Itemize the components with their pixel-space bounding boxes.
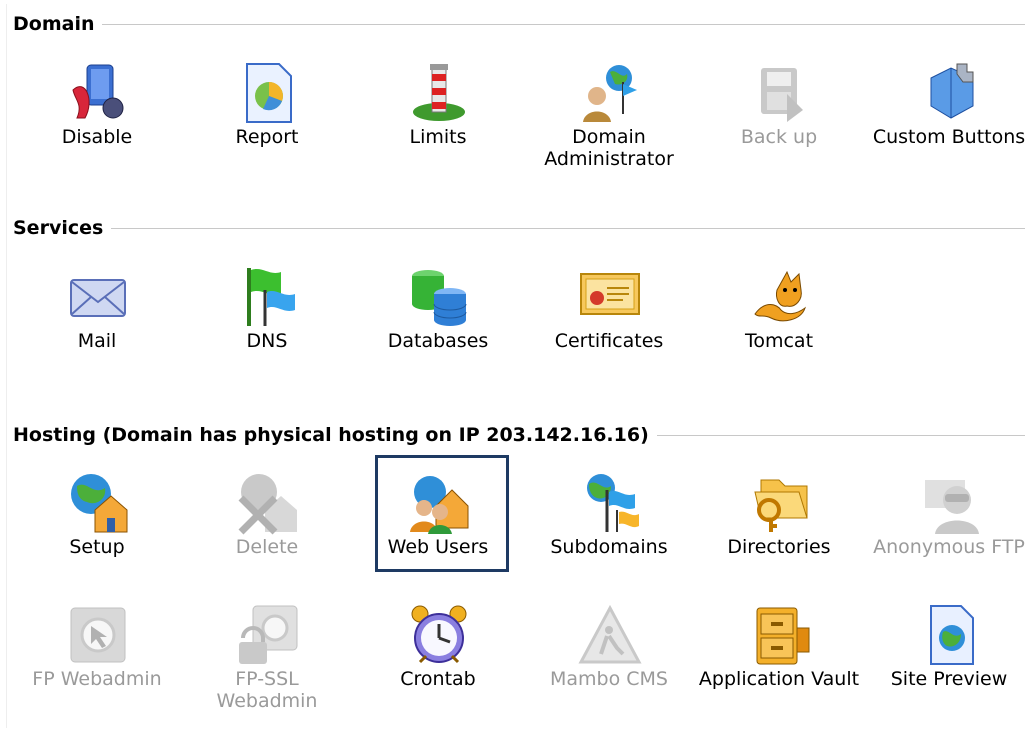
dns-icon[interactable] — [235, 264, 301, 330]
tool-label-crontab[interactable]: Crontab — [353, 668, 523, 690]
crontab-icon[interactable] — [406, 602, 472, 668]
tool-crontab[interactable]: Crontab — [353, 602, 523, 722]
section-header-services: Services — [13, 217, 1025, 239]
tool-certificates[interactable]: Certificates — [524, 264, 694, 384]
application-vault-icon[interactable] — [747, 602, 813, 668]
mail-icon[interactable] — [65, 264, 131, 330]
tool-label-back-up: Back up — [740, 126, 818, 148]
tool-mail[interactable]: Mail — [12, 264, 182, 384]
tool-tomcat[interactable]: Tomcat — [694, 264, 864, 384]
disable-icon[interactable] — [65, 60, 131, 126]
tool-custom-buttons[interactable]: Custom Buttons — [864, 60, 1030, 180]
tool-label-delete: Delete — [235, 536, 299, 558]
backup-icon — [747, 60, 813, 126]
tool-label-limits[interactable]: Limits — [353, 126, 523, 148]
tool-label-directories[interactable]: Directories — [694, 536, 864, 558]
tool-disable[interactable]: Disable — [12, 60, 182, 180]
fp-ssl-webadmin-icon — [235, 602, 301, 668]
custom-buttons-icon[interactable] — [917, 60, 983, 126]
tool-report[interactable]: Report — [182, 60, 352, 180]
tool-label-report[interactable]: Report — [182, 126, 352, 148]
directories-icon[interactable] — [747, 470, 813, 536]
tool-label-fp-webadmin: FP Webadmin — [32, 668, 162, 690]
domain-administrator-icon[interactable] — [577, 60, 643, 126]
tool-label-certificates[interactable]: Certificates — [524, 330, 694, 352]
tool-back-up: Back up — [694, 60, 864, 180]
tool-limits[interactable]: Limits — [353, 60, 523, 180]
tomcat-icon[interactable] — [747, 264, 813, 330]
tool-label-site-preview[interactable]: Site Preview — [864, 668, 1030, 690]
tool-site-preview[interactable]: Site Preview — [864, 602, 1030, 722]
tool-subdomains[interactable]: Subdomains — [524, 470, 694, 590]
limits-icon[interactable] — [406, 60, 472, 126]
tool-mambo-cms: Mambo CMS — [524, 602, 694, 722]
certificates-icon[interactable] — [577, 264, 643, 330]
fp-webadmin-icon — [65, 602, 131, 668]
tool-label-web-users[interactable]: Web Users — [353, 536, 523, 558]
tool-anonymous-ftp: Anonymous FTP — [864, 470, 1030, 590]
tool-databases[interactable]: Databases — [353, 264, 523, 384]
tool-label-subdomains[interactable]: Subdomains — [524, 536, 694, 558]
tool-web-users[interactable]: Web Users — [353, 470, 523, 590]
tool-fp-webadmin: FP Webadmin — [12, 602, 182, 722]
tool-label-databases[interactable]: Databases — [353, 330, 523, 352]
subdomains-icon[interactable] — [577, 470, 643, 536]
tool-label-tomcat[interactable]: Tomcat — [694, 330, 864, 352]
report-icon[interactable] — [235, 60, 301, 126]
tool-directories[interactable]: Directories — [694, 470, 864, 590]
section-header-domain: Domain — [13, 13, 1025, 35]
tool-application-vault[interactable]: Application Vault — [694, 602, 864, 722]
tool-delete: Delete — [182, 470, 352, 590]
tool-label-application-vault[interactable]: Application Vault — [694, 668, 864, 690]
tool-label-domain-administrator[interactable]: Domain Administrator — [524, 126, 694, 170]
anonymous-ftp-icon — [917, 470, 983, 536]
section-divider — [13, 228, 1025, 229]
section-divider — [13, 24, 1025, 25]
tool-fp-ssl-webadmin: FP-SSL Webadmin — [182, 602, 352, 722]
mambo-cms-icon — [577, 602, 643, 668]
tool-dns[interactable]: DNS — [182, 264, 352, 384]
tool-label-custom-buttons[interactable]: Custom Buttons — [864, 126, 1030, 148]
tool-label-mail[interactable]: Mail — [12, 330, 182, 352]
web-users-icon[interactable] — [406, 470, 472, 536]
tool-label-dns[interactable]: DNS — [182, 330, 352, 352]
tool-label-fp-ssl-webadmin: FP-SSL Webadmin — [216, 668, 318, 712]
section-header-hosting: Hosting (Domain has physical hosting on … — [13, 424, 1025, 446]
databases-icon[interactable] — [406, 264, 472, 330]
tool-label-setup[interactable]: Setup — [12, 536, 182, 558]
tool-setup[interactable]: Setup — [12, 470, 182, 590]
tool-label-anonymous-ftp: Anonymous FTP — [873, 536, 1025, 558]
site-preview-icon[interactable] — [917, 602, 983, 668]
section-title-services: Services — [13, 217, 112, 239]
tool-label-mambo-cms: Mambo CMS — [550, 668, 668, 690]
delete-icon — [235, 470, 301, 536]
domain-tools-page: Domain Services Hosting (Domain has phys… — [6, 4, 1029, 728]
tool-domain-administrator[interactable]: Domain Administrator — [524, 60, 694, 180]
section-title-hosting: Hosting (Domain has physical hosting on … — [13, 424, 657, 446]
tool-label-disable[interactable]: Disable — [12, 126, 182, 148]
section-title-domain: Domain — [13, 13, 103, 35]
setup-icon[interactable] — [65, 470, 131, 536]
